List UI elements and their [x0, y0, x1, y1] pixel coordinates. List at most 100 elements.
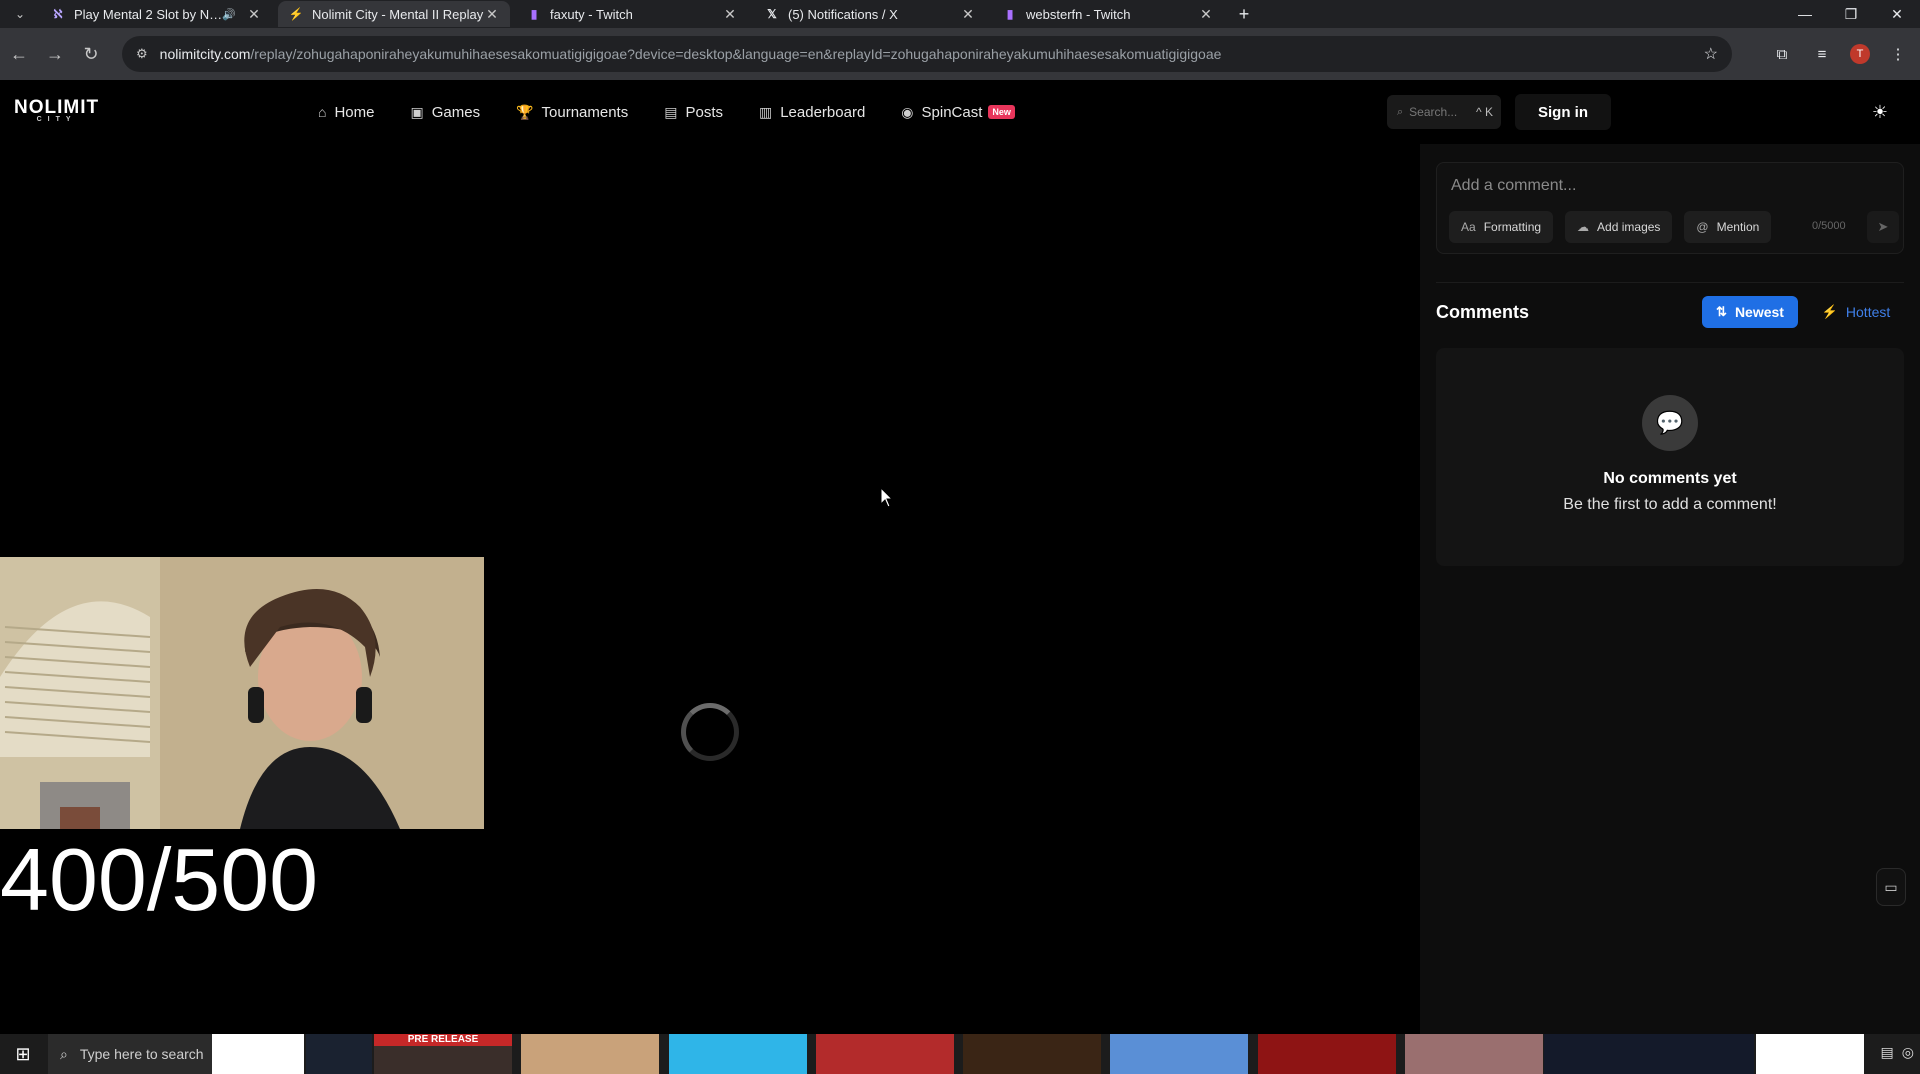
profile-avatar[interactable]: T — [1850, 44, 1870, 64]
sort-newest-button[interactable]: ⇅ Newest — [1702, 296, 1798, 328]
text-format-icon: Aa — [1461, 220, 1476, 234]
browser-toolbar: ← → ↻ ⚙ nolimitcity.com/replay/zohugahap… — [0, 28, 1920, 80]
nolimit-city-logo[interactable]: NOLIMIT CITY — [14, 97, 100, 124]
empty-comments-card: 💬 No comments yet Be the first to add a … — [1436, 348, 1904, 566]
send-icon[interactable]: ➤ — [1867, 211, 1899, 243]
tab-close-icon[interactable]: ✕ — [722, 6, 738, 23]
mention-button[interactable]: @ Mention — [1684, 211, 1772, 243]
taskbar-thumb[interactable] — [963, 1034, 1101, 1074]
chat-toggle-icon[interactable]: ▭ — [1876, 868, 1906, 906]
logo-main: NOLIMIT — [14, 97, 100, 118]
site-search-input[interactable]: ⌕ Search... ^ K — [1387, 95, 1501, 129]
extensions-icon[interactable]: ⧉ — [1770, 36, 1794, 72]
taskbar-thumb[interactable] — [669, 1034, 807, 1074]
composer-tools: Aa Formatting ☁ Add images @ Mention — [1449, 211, 1772, 243]
windows-start-icon[interactable]: ⊞ — [0, 1034, 46, 1074]
tab-close-icon[interactable]: ✕ — [1198, 6, 1214, 23]
reload-icon[interactable]: ↻ — [74, 37, 108, 71]
taskbar-search-input[interactable]: ⌕ Type here to search — [48, 1034, 212, 1074]
tab-search-chevron-icon[interactable]: ⌄ — [0, 0, 40, 28]
taskbar-thumb-pre-release[interactable]: PRE RELEASE — [374, 1034, 512, 1074]
at-icon: @ — [1696, 220, 1709, 234]
search-icon: ⌕ — [1397, 105, 1404, 118]
browser-tab-4[interactable]: 𝕏 (5) Notifications / X ✕ — [754, 1, 986, 27]
forward-arrow-icon[interactable]: → — [38, 37, 72, 71]
leaderboard-icon: ▥ — [758, 103, 773, 120]
close-window-icon[interactable]: ✕ — [1874, 0, 1920, 28]
minimize-icon[interactable]: — — [1782, 0, 1828, 28]
taskbar-thumb[interactable] — [816, 1034, 954, 1074]
back-arrow-icon[interactable]: ← — [2, 37, 36, 71]
webcam-image — [0, 557, 484, 829]
tab-close-icon[interactable]: ✕ — [960, 6, 976, 23]
nav-games[interactable]: ▣ Games — [410, 104, 480, 121]
search-placeholder: Search... — [1409, 105, 1458, 119]
sun-icon[interactable]: ☀ — [1870, 102, 1890, 122]
tool-label: Formatting — [1483, 220, 1542, 234]
windows-taskbar: ⊞ ⌕ Type here to search PRE RELEASE ▤ ◎ — [0, 1034, 1920, 1074]
taskbar-thumb[interactable] — [1756, 1034, 1864, 1074]
nav-tournaments[interactable]: 🏆 Tournaments — [516, 104, 628, 121]
browser-tab-3[interactable]: ▮ faxuty - Twitch ✕ — [516, 1, 748, 27]
comment-composer: Add a comment... Aa Formatting ☁ Add image… — [1436, 162, 1904, 254]
new-tab-icon[interactable]: + — [1230, 2, 1258, 26]
lightning-icon: ⚡ — [1821, 304, 1838, 319]
taskbar-thumb[interactable] — [521, 1034, 659, 1074]
tab-title: (5) Notifications / X — [788, 6, 898, 22]
nav-label: Tournaments — [541, 103, 629, 121]
tool-label: Add images — [1597, 220, 1661, 234]
nav-label: Leaderboard — [780, 103, 866, 121]
mouse-cursor-icon — [880, 487, 894, 508]
browser-tab-1[interactable]: ℵ Play Mental 2 Slot by Nolimit City 🔊 ✕ — [40, 1, 272, 27]
pre-release-label: PRE RELEASE — [374, 1034, 512, 1046]
formatting-button[interactable]: Aa Formatting — [1449, 211, 1554, 243]
broadcast-icon: ◉ — [901, 103, 914, 120]
media-controls-icon[interactable]: ≡ — [1810, 36, 1834, 72]
main-nav: ⌂ Home ▣ Games 🏆 Tournaments ▤ Posts ▥ Leader… — [318, 80, 1015, 144]
nav-leaderboard[interactable]: ▥ Leaderboard — [759, 104, 865, 121]
taskbar-thumb[interactable] — [1258, 1034, 1396, 1074]
gamepad-icon: ▣ — [410, 103, 424, 120]
cloud-upload-icon: ☁ — [1577, 220, 1590, 234]
nav-home[interactable]: ⌂ Home — [318, 104, 374, 121]
sort-label: Newest — [1734, 304, 1784, 320]
sort-hottest-button[interactable]: ⚡ Hottest — [1810, 296, 1902, 328]
taskbar-thumb[interactable] — [1405, 1034, 1543, 1074]
add-images-button[interactable]: ☁ Add images — [1565, 211, 1673, 243]
nav-label: Home — [334, 103, 375, 121]
taskbar-thumb[interactable] — [1110, 1034, 1248, 1074]
comment-input[interactable]: Add a comment... — [1451, 177, 1576, 195]
browser-menu-icon[interactable]: ⋮ — [1886, 36, 1910, 72]
site-info-icon[interactable]: ⚙ — [136, 46, 148, 62]
divider — [1436, 282, 1904, 283]
bookmark-star-icon[interactable]: ☆ — [1704, 44, 1718, 64]
x-favicon-icon: 𝕏 — [767, 7, 777, 21]
taskbar-thumb[interactable] — [306, 1034, 372, 1074]
replay-area: 400/500 — [0, 144, 1420, 1034]
nav-posts[interactable]: ▤ Posts — [664, 104, 723, 121]
tab-close-icon[interactable]: ✕ — [484, 6, 500, 23]
taskbar-thumb[interactable] — [1544, 1034, 1754, 1074]
tab-title: Nolimit City - Mental II Replay — [312, 6, 484, 22]
notifications-icon[interactable]: ▤ — [1881, 1044, 1894, 1061]
address-bar[interactable]: ⚙ nolimitcity.com/replay/zohugahaponirah… — [122, 36, 1732, 72]
new-badge: New — [988, 105, 1015, 119]
tool-label: Mention — [1716, 220, 1760, 234]
speaker-icon[interactable]: 🔊 — [222, 8, 236, 21]
browser-tab-5[interactable]: ▮ websterfn - Twitch ✕ — [992, 1, 1224, 27]
webcam-overlay — [0, 557, 484, 829]
tab-close-icon[interactable]: ✕ — [246, 6, 262, 23]
tab-title: faxuty - Twitch — [550, 6, 633, 22]
restore-icon[interactable]: ❐ — [1828, 0, 1874, 28]
nolimit-favicon-icon: ⚡ — [288, 7, 304, 21]
settings-icon[interactable]: ◎ — [1902, 1044, 1914, 1061]
nav-label: Posts — [685, 103, 723, 121]
site-header: NOLIMIT CITY ⌂ Home ▣ Games 🏆 Tournaments ▤… — [0, 80, 1920, 144]
posts-icon: ▤ — [664, 103, 678, 120]
taskbar-search-placeholder: Type here to search — [79, 1046, 204, 1062]
nav-spincast[interactable]: ◉ SpinCast New — [901, 104, 1015, 121]
browser-tab-2[interactable]: ⚡ Nolimit City - Mental II Replay ✕ — [278, 1, 510, 27]
sign-in-button[interactable]: Sign in — [1515, 94, 1611, 130]
char-count: 0/5000 — [1812, 220, 1846, 232]
taskbar-thumb[interactable] — [212, 1034, 304, 1074]
